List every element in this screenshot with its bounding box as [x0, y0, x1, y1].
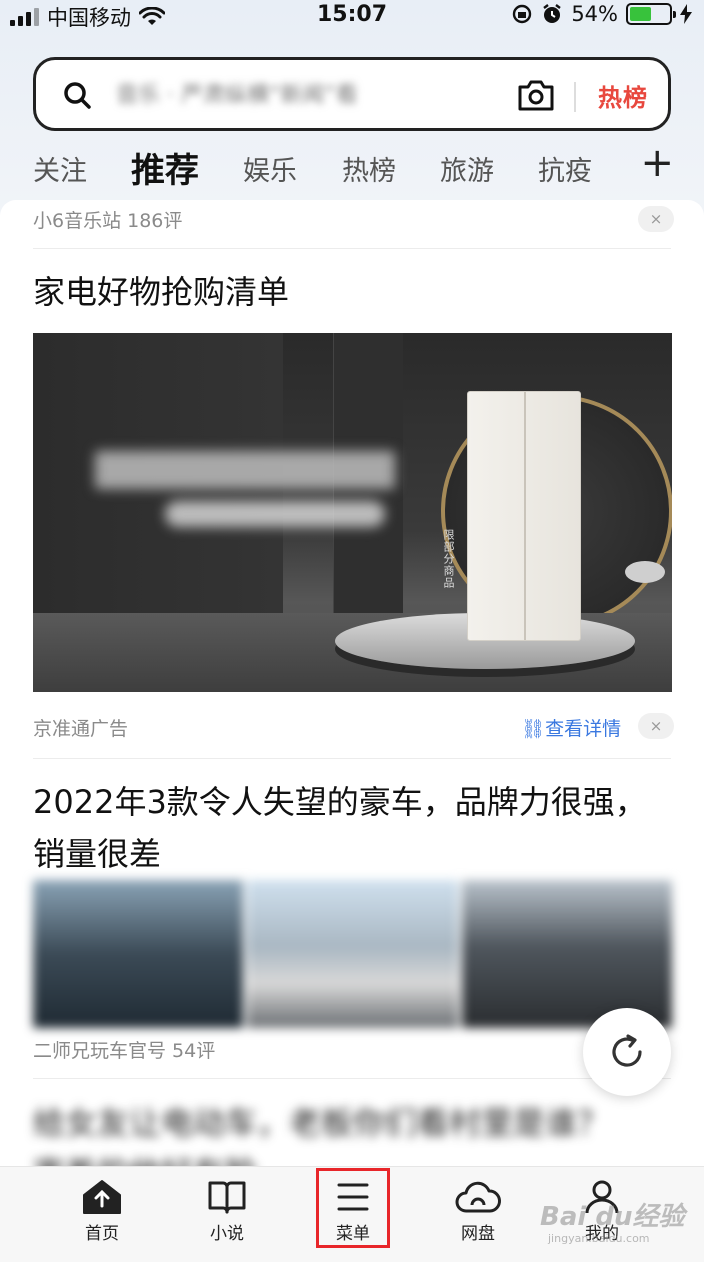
channel-tabs: 关注 推荐 娱乐 热榜 旅游 抗疫 + [0, 143, 704, 193]
book-icon [208, 1181, 246, 1214]
view-detail-link[interactable]: ⛓查看详情 [521, 714, 621, 741]
item-meta: 小6音乐站 186评 [33, 210, 183, 232]
refresh-button[interactable] [583, 1008, 671, 1096]
article-image [33, 880, 244, 1028]
watermark-url: jingyan.baidu.com [548, 1232, 650, 1245]
feed-divider [33, 758, 671, 759]
tab-travel[interactable]: 旅游 [440, 149, 494, 188]
rotation-lock-icon [513, 4, 532, 24]
tab-recommend[interactable]: 推荐 [131, 143, 199, 192]
article-image [461, 880, 672, 1028]
status-right: 54% [511, 2, 692, 26]
nav-menu-label: 菜单 [336, 1224, 370, 1244]
baidu-watermark: Bai du经验 [540, 1202, 685, 1232]
home-upload-icon [83, 1180, 121, 1214]
battery-icon [626, 3, 676, 25]
battery-percent: 54% [571, 2, 618, 26]
nav-home[interactable]: 首页 [62, 1179, 142, 1244]
link-icon: ⛓ [521, 718, 546, 740]
feed-divider [33, 1078, 671, 1079]
ad-image[interactable]: 限部分商品 [33, 333, 672, 692]
tab-entertainment[interactable]: 娱乐 [243, 149, 297, 188]
cloud-icon [455, 1181, 501, 1213]
search-input[interactable] [116, 78, 516, 112]
nav-menu[interactable]: 菜单 [313, 1179, 393, 1244]
article-images[interactable] [33, 880, 672, 1028]
hot-rank-button[interactable]: 热榜 [598, 78, 648, 113]
feed-divider [33, 248, 671, 249]
camera-icon[interactable] [516, 77, 556, 113]
nav-cloud-drive[interactable]: 网盘 [438, 1179, 518, 1244]
ad-image-tag: 限部分商品 [442, 529, 455, 589]
article-image [247, 880, 458, 1028]
status-bar: 中国移动 15:07 54% [0, 0, 704, 30]
refrigerator-image [467, 391, 581, 641]
article-meta: 二师兄玩车官号 54评 [33, 1040, 216, 1062]
add-channel-button[interactable]: + [640, 143, 674, 183]
tab-anti-epidemic[interactable]: 抗疫 [538, 149, 592, 188]
tab-hot[interactable]: 热榜 [342, 149, 396, 188]
nav-cloud-drive-label: 网盘 [461, 1224, 495, 1244]
nav-novel[interactable]: 小说 [187, 1179, 267, 1244]
nav-novel-label: 小说 [210, 1224, 244, 1244]
ad-sphere [625, 561, 665, 583]
ad-title[interactable]: 家电好物抢购清单 [33, 266, 673, 318]
nav-home-label: 首页 [85, 1224, 119, 1244]
article-title[interactable]: 2022年3款令人失望的豪车，品牌力很强，销量很差 [33, 776, 673, 880]
search-icon[interactable] [62, 80, 92, 110]
ad-source: 京准通广告 [33, 718, 129, 740]
tab-follow[interactable]: 关注 [33, 149, 87, 188]
search-divider [574, 82, 576, 112]
view-detail-label: 查看详情 [545, 718, 622, 740]
charging-icon [680, 4, 692, 24]
alarm-icon [543, 4, 562, 23]
menu-icon [337, 1183, 369, 1211]
search-bar[interactable]: 热榜 [33, 57, 671, 131]
ad-blurred-banner [95, 451, 405, 571]
dismiss-button[interactable]: × [638, 713, 674, 739]
dismiss-button[interactable]: × [638, 206, 674, 232]
refresh-icon [612, 1034, 642, 1067]
